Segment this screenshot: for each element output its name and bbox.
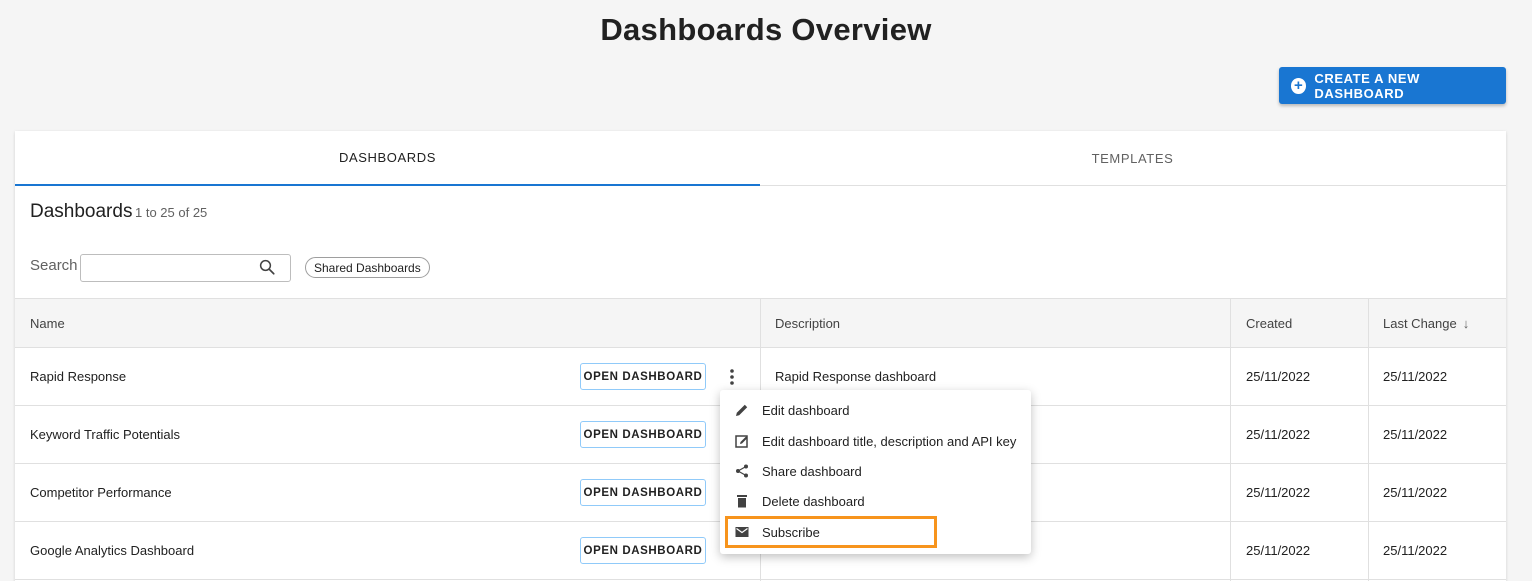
result-count: 1 to 25 of 25 (135, 205, 208, 220)
open-dashboard-button[interactable]: OPEN DASHBOARD (580, 479, 706, 506)
section-title: Dashboards (30, 201, 133, 222)
edit-box-icon (735, 435, 748, 448)
dashboard-name: Google Analytics Dashboard (30, 543, 195, 558)
create-dashboard-button[interactable]: + CREATE A NEW DASHBOARD (1279, 67, 1506, 104)
dashboard-name: Keyword Traffic Potentials (30, 427, 181, 442)
tab-dashboards[interactable]: DASHBOARDS (15, 131, 760, 186)
column-header-last-change[interactable]: Last Change ↓ (1368, 299, 1469, 348)
search-icon[interactable] (258, 258, 276, 276)
page-title: Dashboards Overview (600, 12, 932, 47)
tab-bar: DASHBOARDS TEMPLATES (15, 131, 1506, 186)
menu-item-edit-dashboard[interactable]: Edit dashboard (720, 395, 1031, 425)
column-header-description[interactable]: Description (760, 299, 840, 348)
column-header-name[interactable]: Name (15, 299, 65, 348)
create-dashboard-label: CREATE A NEW DASHBOARD (1314, 70, 1421, 101)
menu-item-share-dashboard[interactable]: Share dashboard (720, 456, 1031, 486)
menu-item-delete-dashboard[interactable]: Delete dashboard (720, 486, 1031, 516)
open-dashboard-button[interactable]: OPEN DASHBOARD (580, 363, 706, 390)
dashboard-options-menu: Edit dashboard Edit dashboard title, des… (720, 390, 1031, 554)
sort-arrow-down-icon[interactable]: ↓ (1463, 316, 1470, 331)
pencil-icon (736, 404, 748, 416)
created-date: 25/11/2022 (1246, 543, 1311, 558)
dashboard-name: Competitor Performance (30, 485, 172, 500)
last-change-date: 25/11/2022 (1383, 485, 1448, 500)
mail-icon (735, 527, 749, 537)
open-dashboard-button[interactable]: OPEN DASHBOARD (580, 421, 706, 448)
dashboard-name: Rapid Response (30, 369, 127, 384)
tab-templates[interactable]: TEMPLATES (760, 131, 1505, 186)
menu-item-label: Subscribe (762, 524, 820, 540)
last-change-date: 25/11/2022 (1383, 543, 1448, 558)
plus-circle-icon: + (1291, 77, 1307, 94)
last-change-label: Last Change (1383, 316, 1457, 331)
menu-item-label: Delete dashboard (762, 493, 865, 509)
last-change-date: 25/11/2022 (1383, 369, 1448, 384)
menu-item-label: Edit dashboard title, description and AP… (762, 433, 1017, 449)
column-header-created[interactable]: Created (1231, 299, 1292, 348)
last-change-date: 25/11/2022 (1383, 427, 1448, 442)
created-date: 25/11/2022 (1246, 369, 1311, 384)
trash-icon (737, 495, 747, 508)
menu-item-edit-title-description-api-key[interactable]: Edit dashboard title, description and AP… (720, 426, 1031, 456)
more-options-icon[interactable] (723, 367, 741, 387)
menu-item-subscribe[interactable]: Subscribe (720, 517, 1031, 547)
open-dashboard-button[interactable]: OPEN DASHBOARD (580, 537, 706, 564)
shared-dashboards-filter-chip[interactable]: Shared Dashboards (305, 257, 430, 278)
search-label: Search (30, 257, 78, 274)
created-date: 25/11/2022 (1246, 427, 1311, 442)
menu-item-label: Share dashboard (762, 463, 862, 479)
menu-item-label: Edit dashboard (762, 402, 850, 418)
share-icon (736, 464, 748, 478)
created-date: 25/11/2022 (1246, 485, 1311, 500)
